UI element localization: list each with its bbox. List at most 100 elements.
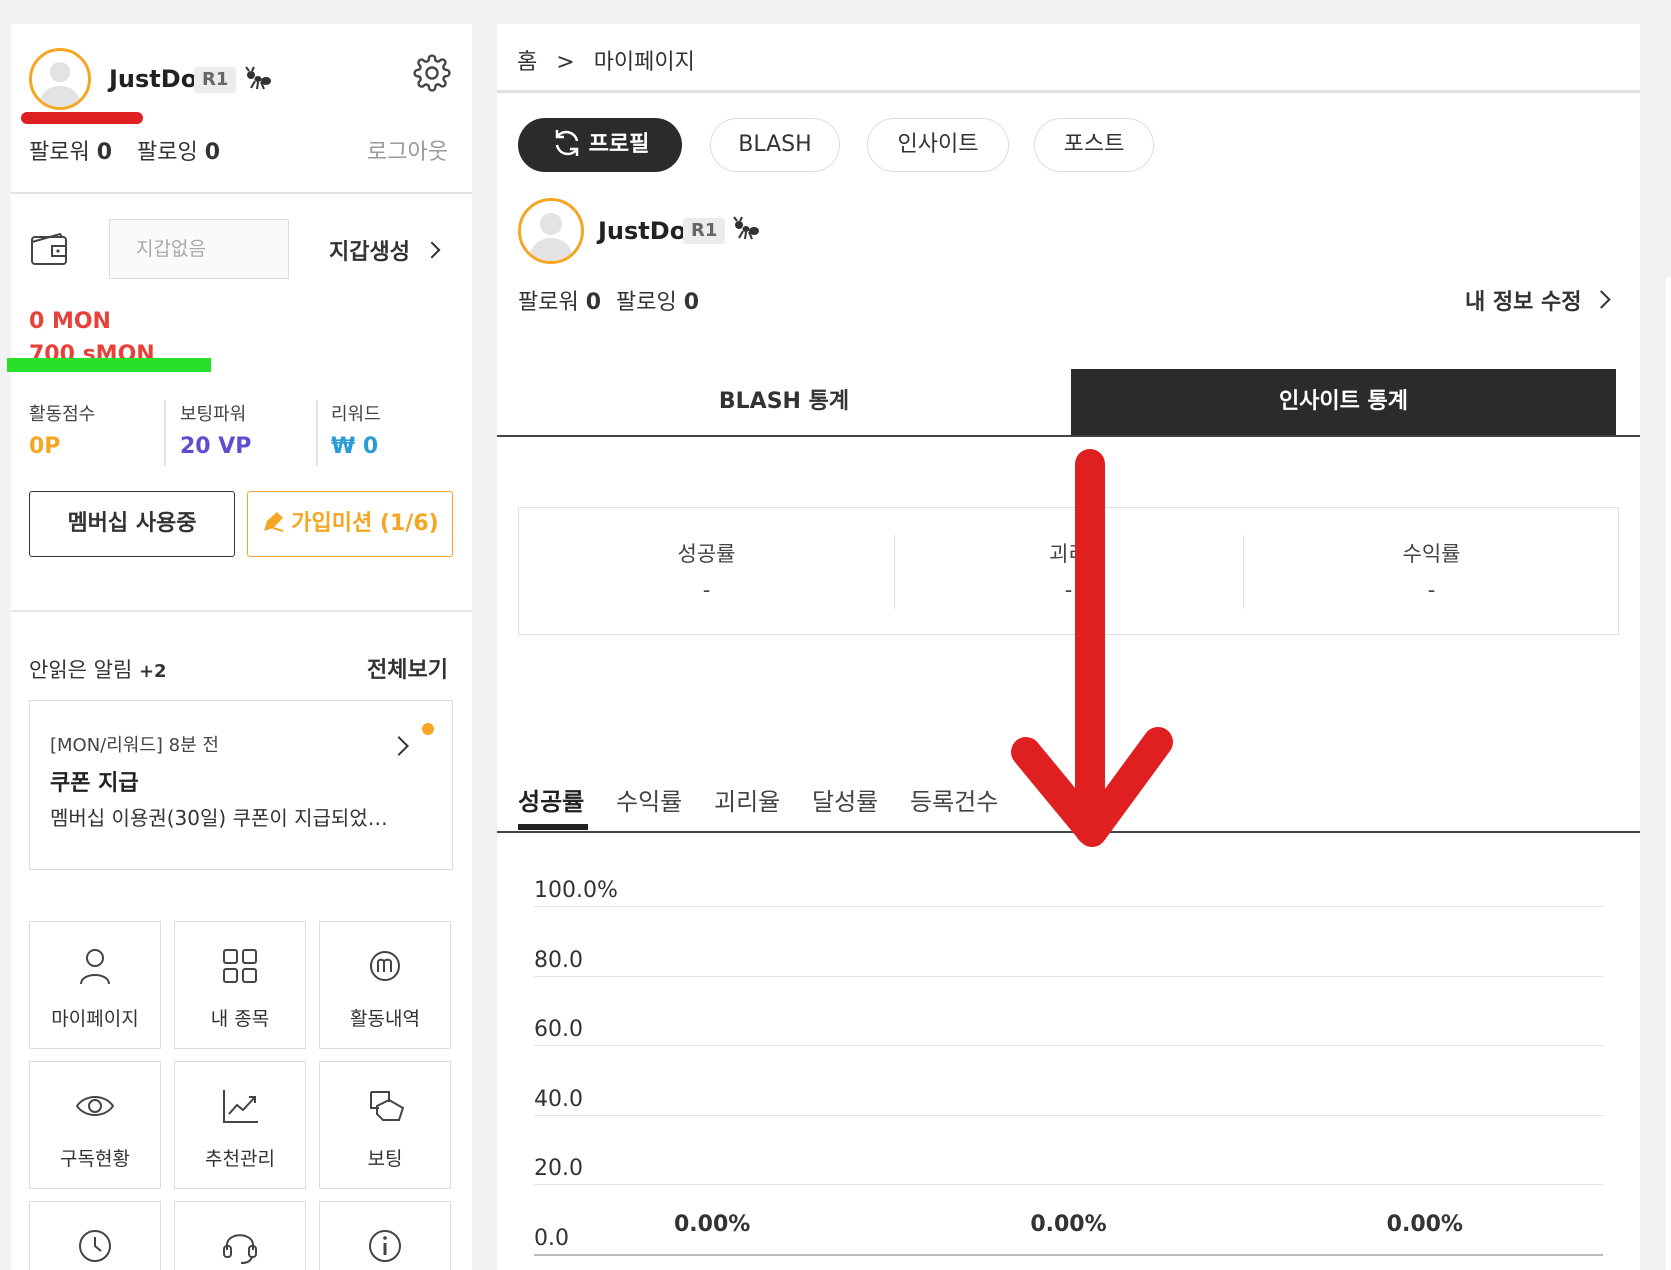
divider [11, 610, 472, 612]
notification-body: 멤버십 이용권(30일) 쿠폰이 지급되었… [50, 806, 388, 830]
profile-follow-stats[interactable]: 팔로워 0 팔로잉 0 [518, 284, 699, 316]
bar-chart: 100.0% 80.0 60.0 40.0 20.0 0.0 0.00% 최근 3개월 0.0… [497, 854, 1640, 1270]
menu-label: 내 종목 [210, 1008, 270, 1030]
tab-profile[interactable]: 프로필 [518, 118, 682, 172]
view-all-link[interactable]: 전체보기 [367, 652, 448, 684]
m-coin-icon [370, 951, 400, 981]
sidebar-panel: JustDo R1 팔로워 0 팔로잉 0 로그아웃 지갑없음 지갑생성 0 M… [7, 24, 472, 1270]
tab-insight-stats[interactable]: 인사이트 통계 [1071, 369, 1616, 435]
y-tick-label: 100.0% [534, 878, 618, 903]
menu-activity[interactable]: 활동내역 [319, 921, 451, 1049]
x-tick-label: 최근 6개월 [969, 1266, 1169, 1270]
notifications-header: 안읽은 알림 +2 [29, 654, 167, 684]
tab-blash[interactable]: BLASH [710, 118, 840, 172]
following-label: 팔로잉 [616, 290, 677, 315]
create-wallet-link[interactable]: 지갑생성 [329, 234, 441, 266]
menu-my-stocks[interactable]: 내 종목 [174, 921, 306, 1049]
divider [497, 90, 1640, 93]
gridline [534, 1045, 1603, 1046]
divider [316, 400, 318, 466]
profile-name: JustDo [598, 217, 687, 245]
y-tick-label: 20.0 [534, 1156, 583, 1181]
breadcrumb: 홈 > 마이페이지 [517, 44, 695, 76]
menu-info[interactable] [319, 1201, 451, 1270]
menu-mypage[interactable]: 마이페이지 [29, 921, 161, 1049]
gridline [534, 1184, 1603, 1185]
user-name: JustDo [109, 65, 198, 93]
y-tick-label: 40.0 [534, 1086, 583, 1112]
menu-voting[interactable]: 보팅 [319, 1061, 451, 1189]
refresh-icon [555, 130, 578, 156]
gridline [534, 975, 1603, 977]
metric-tab-registrations[interactable]: 등록건수 [910, 782, 998, 817]
y-tick-label: 60.0 [534, 1017, 583, 1042]
vote-icon [370, 1091, 405, 1121]
notification-meta: [MON/리워드] 8분 전 [50, 735, 219, 756]
chart-icon [223, 1090, 258, 1123]
metric-tab-divergence[interactable]: 괴리율 [714, 782, 780, 817]
data-label: 0.00% [1030, 1211, 1107, 1237]
unread-dot [422, 723, 434, 735]
create-wallet-label: 지갑생성 [329, 240, 410, 265]
menu-subscriptions[interactable]: 구독현황 [29, 1061, 161, 1189]
following-count: 0 [683, 290, 700, 315]
metric-tab-achievement[interactable]: 달성률 [812, 782, 878, 817]
wallet-icon [31, 232, 67, 265]
reward-value: ₩ 0 [331, 434, 379, 459]
logout-link[interactable]: 로그아웃 [367, 134, 448, 166]
chevron-right-icon [423, 241, 441, 259]
tab-post[interactable]: 포스트 [1034, 118, 1154, 172]
adjacent-panel-edge [1666, 278, 1671, 1270]
ant-icon [245, 66, 271, 90]
summary-return-rate: 수익률 - [1243, 538, 1620, 602]
avatar[interactable] [29, 48, 91, 110]
info-icon [369, 1230, 401, 1262]
y-tick-label: 0.0 [534, 1225, 569, 1251]
menu-support[interactable] [174, 1201, 306, 1270]
gear-icon[interactable] [413, 54, 451, 92]
edit-profile-link[interactable]: 내 정보 수정 [1465, 284, 1611, 316]
metric-tab-return[interactable]: 수익률 [616, 782, 682, 817]
tab-insight[interactable]: 인사이트 [867, 118, 1009, 172]
activity-score-label: 활동점수 [29, 404, 96, 425]
followers-stat[interactable]: 팔로워 0 팔로잉 0 [29, 134, 220, 166]
annotation-green-highlight [7, 358, 211, 372]
notification-title: 쿠폰 지급 [50, 771, 139, 796]
menu-recommendations[interactable]: 추천관리 [174, 1061, 306, 1189]
summary-success-rate: 성공률 - [519, 538, 894, 602]
activity-score: 활동점수 0P [29, 400, 179, 466]
voting-power: 보팅파워 20 VP [180, 400, 320, 466]
join-mission-label: 가입미션 (1/6) [291, 511, 439, 536]
ant-icon [733, 216, 759, 240]
clock-icon [79, 1230, 111, 1262]
followers-count: 0 [585, 290, 602, 315]
rank-badge: R1 [683, 218, 726, 244]
profile-avatar [518, 198, 584, 264]
breadcrumb-home[interactable]: 홈 [517, 50, 537, 75]
join-mission-button[interactable]: 가입미션 (1/6) [247, 491, 453, 557]
wallet-address-field[interactable]: 지갑없음 [109, 219, 289, 279]
divider [497, 435, 1640, 437]
tab-blash-stats[interactable]: BLASH 통계 [497, 369, 1071, 435]
breadcrumb-current: 마이페이지 [593, 50, 695, 75]
menu-label: 구독현황 [60, 1148, 130, 1170]
tab-profile-label: 프로필 [588, 132, 650, 157]
menu-label: 보팅 [367, 1148, 403, 1170]
notification-card[interactable]: [MON/리워드] 8분 전 쿠폰 지급 멤버십 이용권(30일) 쿠폰이 지급… [29, 700, 453, 870]
gridline [534, 1253, 1603, 1256]
metric-tab-success[interactable]: 성공률 [518, 782, 584, 817]
annotation-red-arrow [1011, 449, 1173, 847]
rank-badge: R1 [194, 67, 237, 93]
y-tick-label: 80.0 [534, 947, 583, 973]
membership-button[interactable]: 멤버십 사용중 [29, 491, 235, 557]
followers-label: 팔로워 [518, 290, 579, 315]
reward: 리워드 ₩ 0 [331, 400, 471, 466]
notifications-count: +2 [138, 661, 167, 682]
pencil-note-icon [264, 512, 284, 532]
divider [164, 400, 166, 466]
menu-label: 마이페이지 [51, 1008, 139, 1030]
menu-label: 추천관리 [205, 1148, 275, 1170]
menu-history[interactable] [29, 1201, 161, 1270]
metric-tab-active-indicator [518, 824, 588, 830]
user-icon [80, 949, 110, 985]
